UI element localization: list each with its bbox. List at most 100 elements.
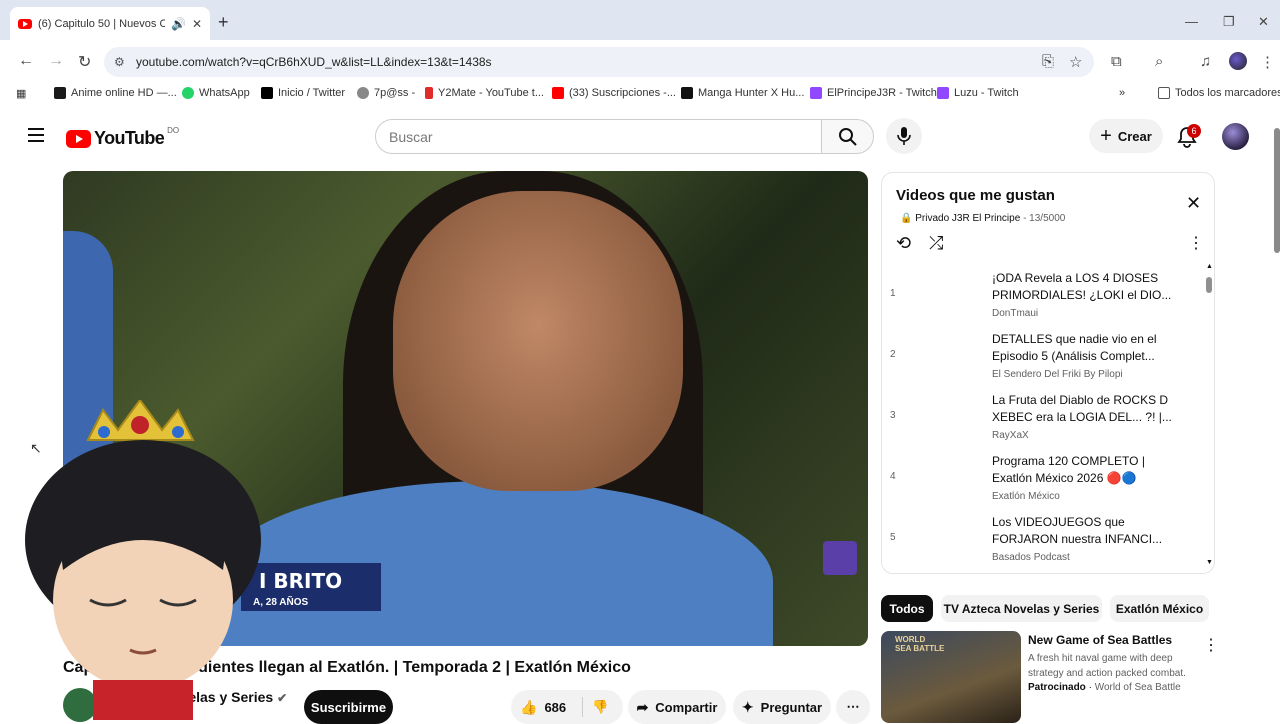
- bookmark-item[interactable]: Anime online HD —...: [54, 87, 177, 99]
- like-count[interactable]: 686: [544, 700, 566, 715]
- extensions-icon[interactable]: ⧉: [1111, 53, 1122, 70]
- youtube-favicon-icon: [18, 18, 32, 29]
- address-bar[interactable]: youtube.com/watch?v=qCrB6hXUD_w&list=LL&…: [104, 47, 1094, 77]
- browser-menu-icon[interactable]: ⋮: [1260, 53, 1275, 71]
- manga-icon: [681, 87, 693, 99]
- like-icon[interactable]: 👍: [520, 699, 537, 716]
- scrollbar-thumb[interactable]: [1206, 277, 1212, 293]
- bookmark-item[interactable]: (33) Suscripciones -...: [552, 87, 676, 99]
- playlist-more-icon[interactable]: ⋮: [1188, 233, 1204, 253]
- more-bookmarks-icon[interactable]: »: [1119, 87, 1125, 99]
- bookmark-item[interactable]: ElPrincipeJ3R - Twitch: [810, 87, 937, 99]
- all-bookmarks[interactable]: Todos los marcadores: [1158, 87, 1280, 99]
- country-code: DO: [167, 126, 180, 135]
- mouse-cursor-icon: ↖: [30, 440, 42, 456]
- list-item[interactable]: 1 ¡ODA Revela a LOS 4 DIOSES PRIMORDIALE…: [882, 270, 1202, 331]
- chip-tv-azteca[interactable]: TV Azteca Novelas y Series: [941, 595, 1102, 622]
- bookmark-item[interactable]: Luzu - Twitch: [937, 87, 1019, 99]
- search-input[interactable]: Buscar: [375, 119, 822, 154]
- bookmark-item[interactable]: Manga Hunter X Hu...: [681, 87, 804, 99]
- bookmark-item[interactable]: Y2Mate - YouTube t...: [425, 87, 544, 99]
- ad-sponsor-line: Patrocinado · World of Sea Battle: [1028, 682, 1181, 693]
- channel-watermark-icon[interactable]: [823, 541, 857, 575]
- search-placeholder: Buscar: [389, 128, 433, 145]
- ad-description: A fresh hit naval game with deep strateg…: [1028, 653, 1186, 679]
- bookmark-favicon-icon: [54, 87, 66, 99]
- scroll-down-icon[interactable]: ▼: [1206, 559, 1213, 566]
- media-control-icon[interactable]: ♫: [1200, 53, 1211, 70]
- bookmarks-bar: ▦ Anime online HD —... WhatsApp Inicio /…: [0, 82, 1280, 106]
- y2mate-icon: [425, 87, 433, 99]
- ad-thumbnail[interactable]: WORLD SEA BATTLE: [881, 631, 1021, 723]
- playlist-panel: Videos que me gustan 🔒 Privado J3R El Pr…: [881, 172, 1215, 574]
- sparkle-icon: ✦: [741, 698, 754, 715]
- create-button[interactable]: + Crear: [1089, 119, 1163, 153]
- notifications-badge: 6: [1187, 124, 1201, 138]
- playlist-owner[interactable]: J3R El Principe: [952, 213, 1020, 224]
- twitch-icon: [937, 87, 949, 99]
- maximize-icon[interactable]: ❐: [1223, 14, 1235, 30]
- verified-icon: ✔: [277, 691, 288, 705]
- ad-more-icon[interactable]: ⋮: [1203, 635, 1219, 655]
- site-info-icon[interactable]: ⚙: [114, 55, 125, 69]
- youtube-icon: [552, 87, 564, 99]
- tab-search-icon[interactable]: ⌕: [1155, 53, 1163, 70]
- avatar-shirt: [93, 680, 193, 720]
- playlist-scrollbar[interactable]: ▲ ▼: [1206, 263, 1213, 566]
- browser-profile-avatar[interactable]: [1229, 52, 1247, 70]
- like-dislike-group: 👍 686 👎: [511, 690, 623, 724]
- playlist-title[interactable]: Videos que me gustan: [896, 187, 1055, 204]
- apps-grid-icon[interactable]: ▦: [16, 87, 26, 100]
- folder-icon: [1158, 87, 1170, 99]
- chip-todos[interactable]: Todos: [881, 595, 933, 622]
- search-button[interactable]: [821, 119, 874, 154]
- youtube-logo[interactable]: YouTube DO: [66, 126, 180, 149]
- streamer-avatar-overlay: [25, 400, 261, 720]
- window-close-icon[interactable]: ✕: [1258, 14, 1269, 30]
- ad-title[interactable]: New Game of Sea Battles: [1028, 633, 1172, 647]
- back-icon[interactable]: ←: [18, 52, 34, 70]
- dislike-icon[interactable]: 👎: [582, 697, 608, 717]
- bookmark-item[interactable]: 7p@ss -: [357, 87, 415, 99]
- page-scrollbar[interactable]: [1274, 128, 1280, 253]
- logo-wordmark: YouTube: [94, 128, 165, 148]
- microphone-icon: [897, 127, 911, 145]
- sponsored-ad[interactable]: WORLD SEA BATTLE New Game of Sea Battles …: [881, 631, 1219, 723]
- reload-icon[interactable]: ↻: [78, 52, 91, 72]
- scroll-up-icon[interactable]: ▲: [1206, 263, 1213, 270]
- share-icon: ➦: [636, 698, 649, 715]
- twitch-icon: [810, 87, 822, 99]
- ask-button[interactable]: ✦ Preguntar: [733, 690, 831, 724]
- lower-third-name: I BRITO: [259, 569, 343, 593]
- bookmark-item[interactable]: Inicio / Twitter: [261, 87, 345, 99]
- crown-gem: [131, 416, 149, 434]
- video-frame-face: [393, 191, 683, 491]
- more-actions-icon[interactable]: ⋯: [836, 690, 870, 724]
- browser-tab-active[interactable]: (6) Capitulo 50 | Nuevos Co 🔊 ✕: [10, 7, 210, 40]
- chip-exatlon[interactable]: Exatlón México: [1110, 595, 1209, 622]
- search-icon: [838, 127, 857, 146]
- list-item[interactable]: 2 DETALLES que nadie vio en el Episodio …: [882, 331, 1202, 392]
- speaker-icon[interactable]: 🔊: [171, 17, 186, 31]
- globe-icon: [357, 87, 369, 99]
- loop-icon[interactable]: ⟲: [896, 233, 911, 254]
- list-item[interactable]: 5 Los VIDEOJUEGOS que FORJARON nuestra I…: [882, 514, 1202, 573]
- youtube-play-icon: [66, 129, 91, 148]
- close-icon[interactable]: ✕: [1186, 193, 1201, 214]
- bookmark-star-icon[interactable]: ☆: [1069, 53, 1082, 71]
- list-item[interactable]: 3 La Fruta del Diablo de ROCKS D XEBEC e…: [882, 392, 1202, 453]
- menu-icon[interactable]: [28, 128, 44, 142]
- share-button[interactable]: ➦ Compartir: [628, 690, 726, 724]
- voice-search-button[interactable]: [886, 118, 922, 154]
- bookmark-item[interactable]: WhatsApp: [182, 87, 250, 99]
- whatsapp-icon: [182, 87, 194, 99]
- tab-close-icon[interactable]: ✕: [192, 17, 202, 31]
- new-tab-icon[interactable]: +: [218, 12, 229, 33]
- shuffle-icon[interactable]: ⤮: [929, 233, 943, 254]
- list-item[interactable]: 4 Programa 120 COMPLETO | Exatlón México…: [882, 453, 1202, 514]
- minimize-icon[interactable]: —: [1185, 14, 1198, 29]
- install-app-icon[interactable]: ⎘: [1042, 53, 1054, 70]
- account-avatar[interactable]: [1222, 123, 1249, 150]
- subscribe-button[interactable]: Suscribirme: [304, 690, 393, 724]
- forward-icon[interactable]: →: [48, 52, 64, 70]
